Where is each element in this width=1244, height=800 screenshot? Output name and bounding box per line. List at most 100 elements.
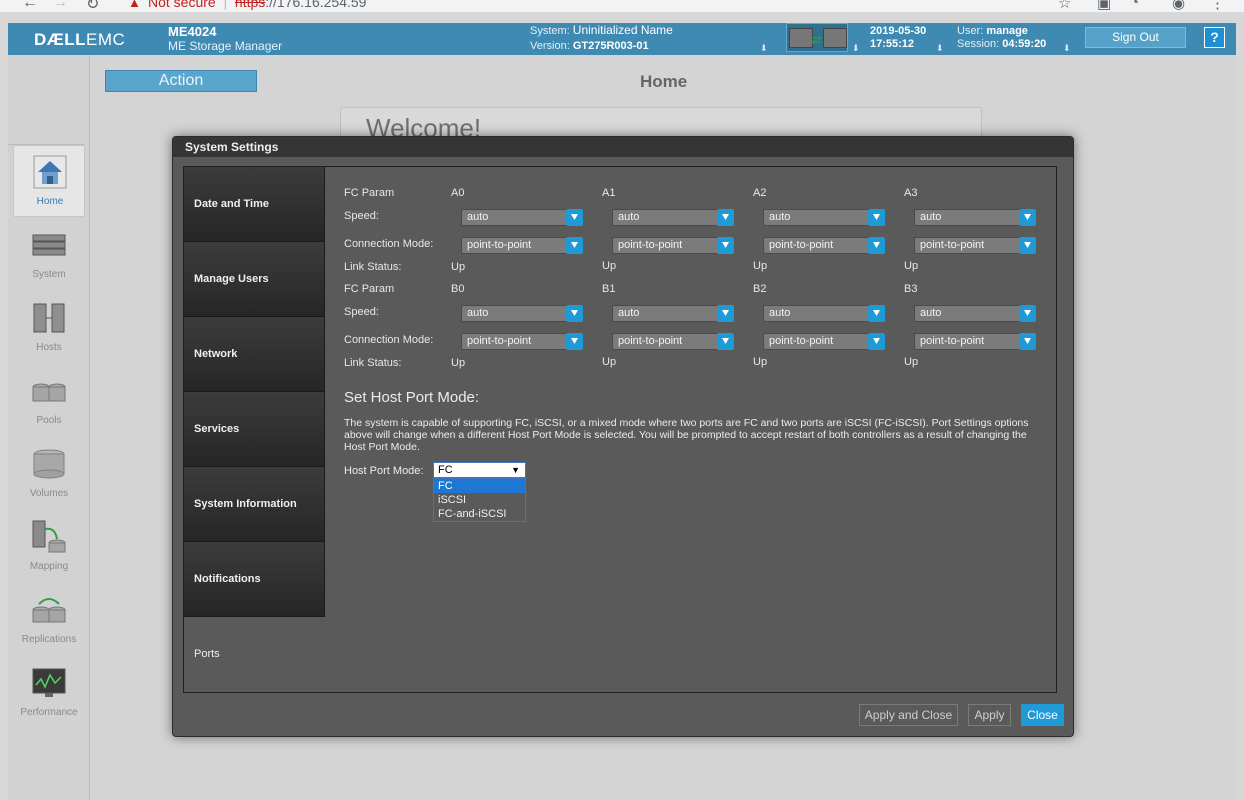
dropdown-arrow-icon[interactable] — [717, 305, 734, 322]
dropdown-arrow-icon[interactable] — [1019, 333, 1036, 350]
speed-select-a1[interactable]: auto — [612, 209, 734, 226]
tab-system-information[interactable]: System Information — [184, 467, 324, 542]
dropdown-arrow-icon[interactable] — [1019, 305, 1036, 322]
apply-button[interactable]: Apply — [968, 704, 1011, 726]
bookmark-star-icon[interactable]: ☆ — [1058, 0, 1071, 12]
port-header-a0: A0 — [451, 187, 465, 199]
nav-item-volumes[interactable]: Volumes — [13, 438, 85, 510]
user-dropdown-icon[interactable]: ⬇ — [1063, 43, 1071, 54]
option-fc[interactable]: FC — [434, 479, 525, 493]
system-info[interactable]: System: Uninitialized Name Version: GT27… — [530, 23, 673, 54]
connection-mode-select-b1[interactable]: point-to-point — [612, 333, 734, 350]
help-button[interactable]: ? — [1204, 27, 1225, 48]
connection-mode-select-a1[interactable]: point-to-point — [612, 237, 734, 254]
speed-select-b0[interactable]: auto — [461, 305, 583, 322]
nav-label-performance: Performance — [20, 707, 78, 718]
browser-menu-icon[interactable]: ⋮ — [1210, 0, 1225, 12]
dropdown-arrow-icon[interactable] — [566, 237, 583, 254]
connection-mode-select-a0[interactable]: point-to-point — [461, 237, 583, 254]
dropdown-arrow-icon[interactable] — [868, 333, 885, 350]
nav-item-system[interactable]: System — [13, 219, 85, 291]
nav-item-mapping[interactable]: Mapping — [13, 511, 85, 583]
nav-label-home: Home — [36, 196, 64, 207]
connection-mode-select-b0[interactable]: point-to-point — [461, 333, 583, 350]
host-port-mode-select[interactable]: FC ▼ — [433, 462, 526, 478]
close-button[interactable]: Close — [1021, 704, 1064, 726]
dropdown-caret-icon[interactable]: ▼ — [511, 463, 520, 477]
mapping-icon — [32, 520, 66, 553]
extension-2-icon[interactable]: ◔ — [1130, 0, 1139, 11]
tab-ports[interactable]: Ports — [184, 617, 324, 692]
tab-network[interactable]: Network — [184, 317, 324, 392]
connection-mode-select-b3[interactable]: point-to-point — [914, 333, 1036, 350]
connection-mode-select-a2[interactable]: point-to-point — [763, 237, 885, 254]
host-port-mode-heading: Set Host Port Mode: — [344, 389, 480, 406]
product-info: ME4024 ME Storage Manager — [168, 25, 283, 54]
dropdown-arrow-icon[interactable] — [717, 209, 734, 226]
nav-label-mapping: Mapping — [29, 561, 69, 572]
hardware-thumbnail[interactable]: ⇄ — [786, 23, 848, 52]
dropdown-arrow-icon[interactable] — [1019, 237, 1036, 254]
nav-item-performance[interactable]: Performance — [13, 657, 85, 729]
system-dropdown-icon[interactable]: ⬇ — [760, 43, 768, 54]
action-button[interactable]: Action — [105, 70, 257, 92]
app-header: DÆLLEMC ME4024 ME Storage Manager System… — [8, 23, 1236, 55]
security-label: Not secure — [148, 0, 216, 10]
back-icon[interactable]: ← — [22, 0, 38, 12]
extension-icon[interactable]: ▣ — [1097, 0, 1111, 12]
dropdown-arrow-icon[interactable] — [566, 305, 583, 322]
dropdown-arrow-icon[interactable] — [717, 333, 734, 350]
link-status-label-b: Link Status: — [344, 357, 402, 369]
dropdown-arrow-icon[interactable] — [717, 237, 734, 254]
user-info[interactable]: User: manage Session: 04:59:20 — [957, 25, 1046, 51]
connection-mode-select-b2[interactable]: point-to-point — [763, 333, 885, 350]
tab-services[interactable]: Services — [184, 392, 324, 467]
nav-item-home[interactable]: Home — [13, 145, 85, 217]
option-iscsi[interactable]: iSCSI — [434, 493, 525, 507]
port-header-b1: B1 — [602, 283, 616, 295]
speed-select-b2[interactable]: auto — [763, 305, 885, 322]
datetime-dropdown-icon[interactable]: ⬇ — [936, 43, 944, 54]
tab-manage-users[interactable]: Manage Users — [184, 242, 324, 317]
dropdown-arrow-icon[interactable] — [1019, 209, 1036, 226]
speed-select-b3[interactable]: auto — [914, 305, 1036, 322]
time-value: 17:55:12 — [870, 38, 915, 50]
option-fc-and-iscsi[interactable]: FC-and-iSCSI — [434, 507, 525, 521]
date-time[interactable]: 2019-05-30 17:55:12 — [870, 25, 926, 51]
port-header-a2: A2 — [753, 187, 767, 199]
hardware-dropdown-icon[interactable]: ⬇ — [852, 43, 860, 54]
address-bar[interactable]: Not secure | https://176.16.254.59 — [148, 0, 366, 10]
forward-icon[interactable]: → — [52, 0, 68, 12]
product-subtitle: ME Storage Manager — [168, 39, 283, 53]
system-icon — [32, 234, 66, 256]
reload-icon[interactable]: ↻ — [86, 0, 99, 12]
nav-label-hosts: Hosts — [36, 342, 62, 353]
fc-param-label-b: FC Param — [344, 283, 395, 295]
speed-select-b1[interactable]: auto — [612, 305, 734, 322]
port-header-a3: A3 — [904, 187, 918, 199]
speed-select-a2[interactable]: auto — [763, 209, 885, 226]
speed-select-a0[interactable]: auto — [461, 209, 583, 226]
profile-icon[interactable]: ◉ — [1172, 0, 1185, 12]
speed-select-a3[interactable]: auto — [914, 209, 1036, 226]
apply-and-close-button[interactable]: Apply and Close — [859, 704, 958, 726]
dropdown-arrow-icon[interactable] — [868, 237, 885, 254]
dropdown-arrow-icon[interactable] — [868, 305, 885, 322]
sign-out-button[interactable]: Sign Out — [1085, 27, 1186, 48]
nav-item-pools[interactable]: Pools — [13, 365, 85, 437]
warning-icon: ▲ — [128, 0, 141, 10]
link-status-a2: Up — [753, 260, 768, 272]
dropdown-arrow-icon[interactable] — [566, 209, 583, 226]
nav-item-replications[interactable]: Replications — [13, 584, 85, 656]
port-header-b0: B0 — [451, 283, 465, 295]
dropdown-arrow-icon[interactable] — [868, 209, 885, 226]
connection-mode-select-a3[interactable]: point-to-point — [914, 237, 1036, 254]
dropdown-arrow-icon[interactable] — [566, 333, 583, 350]
nav-label-pools: Pools — [36, 415, 62, 426]
nav-item-hosts[interactable]: Hosts — [13, 292, 85, 364]
tab-notifications[interactable]: Notifications — [184, 542, 324, 617]
link-status-label: Link Status: — [344, 261, 402, 273]
tab-date-and-time[interactable]: Date and Time — [184, 167, 324, 242]
connection-mode-label-b: Connection Mode: — [344, 334, 434, 346]
replications-icon — [32, 598, 66, 623]
